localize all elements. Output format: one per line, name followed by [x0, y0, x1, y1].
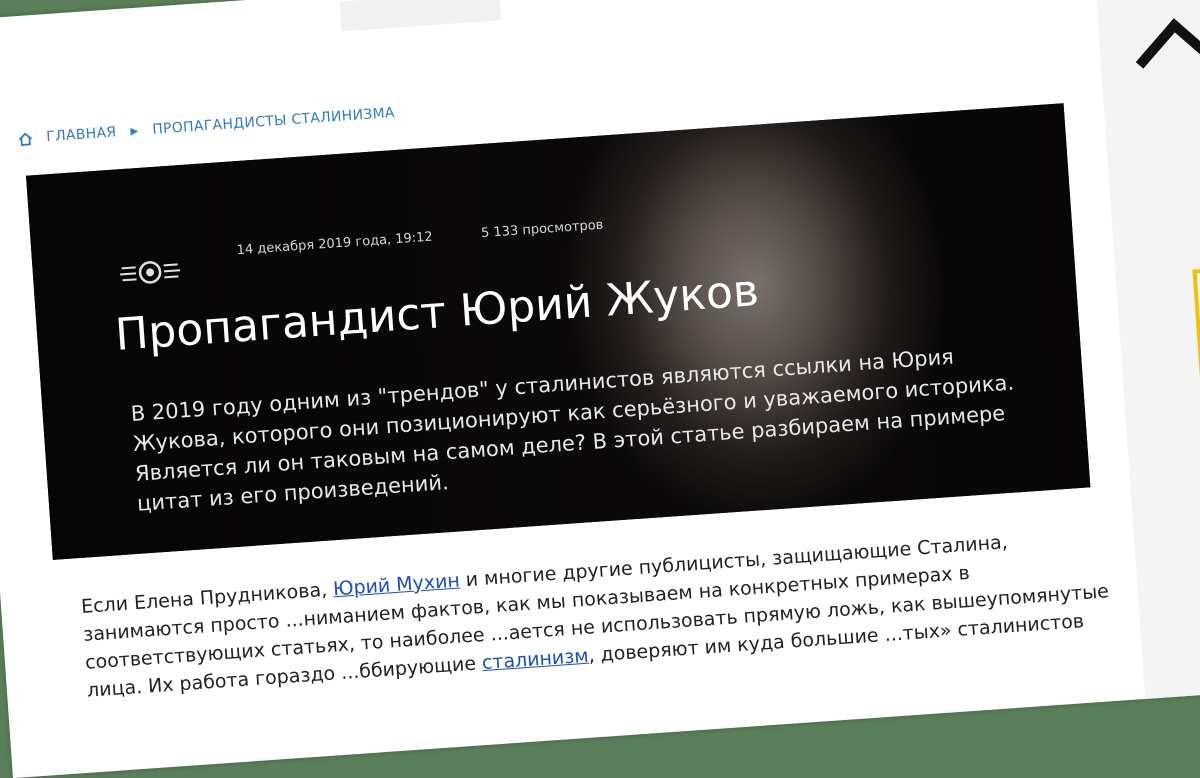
- breadcrumb-separator: ▶: [129, 125, 139, 137]
- article-lead: В 2019 году одним из "трендов" у сталини…: [130, 344, 1015, 516]
- page-sheet: ГЛАВНАЯ ▶ ПРОПАГАНДИСТЫ СТАЛИНИЗМА 14 де…: [0, 0, 1200, 778]
- article-views: 5 133 просмотров: [480, 217, 604, 242]
- site-logo-icon[interactable]: [117, 250, 184, 294]
- header-strip: [339, 0, 502, 32]
- body-text-2: и многие другие публицисты, защищающие С…: [82, 531, 1110, 702]
- article-date: 14 декабря 2019 года, 19:12: [236, 229, 434, 259]
- article-hero: 14 декабря 2019 года, 19:12 5 133 просмо…: [26, 103, 1091, 560]
- link-stalinism[interactable]: сталинизм: [481, 645, 589, 674]
- home-icon[interactable]: [18, 132, 33, 146]
- breadcrumb-category[interactable]: ПРОПАГАНДИСТЫ СТАЛИНИЗМА: [152, 105, 396, 138]
- breadcrumb-home[interactable]: ГЛАВНАЯ: [46, 124, 117, 145]
- breadcrumb: ГЛАВНАЯ ▶ ПРОПАГАНДИСТЫ СТАЛИНИЗМА: [18, 105, 395, 147]
- article-body: Если Елена Прудникова, Юрий Мухин и мног…: [80, 520, 1125, 704]
- article-title: Пропагандист Юрий Жуков: [113, 265, 761, 361]
- link-yuri-mukhin[interactable]: Юрий Мухин: [332, 570, 460, 601]
